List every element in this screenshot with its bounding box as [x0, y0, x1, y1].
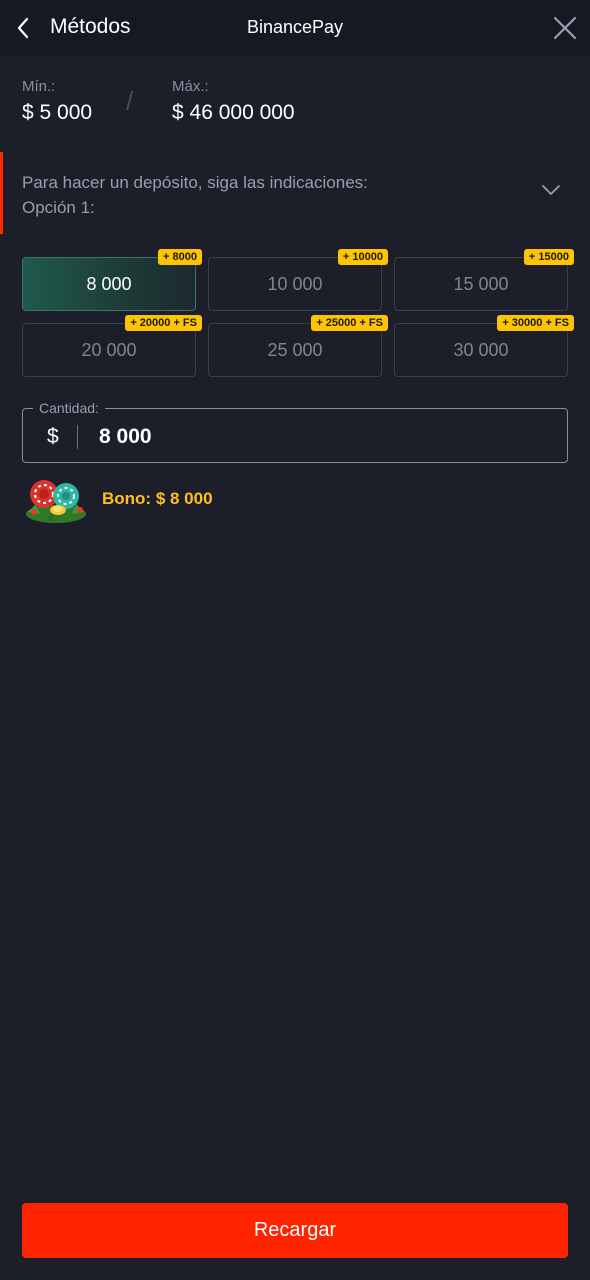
max-label: Máx.:: [172, 78, 209, 95]
max-limit: Máx.: $ 46 000 000: [172, 78, 295, 125]
amount-value: 10 000: [267, 273, 323, 294]
instructions-line: Para hacer un depósito, siga las indicac…: [22, 173, 368, 192]
amount-field-label: Cantidad:: [33, 400, 105, 416]
bonus-badge: + 20000 + FS: [125, 315, 202, 331]
amount-option[interactable]: 8 000 + 8000: [22, 249, 202, 311]
recharge-button[interactable]: Recargar: [22, 1203, 568, 1258]
chevron-left-icon: [17, 17, 29, 39]
deposit-instructions[interactable]: Para hacer un depósito, siga las indicac…: [0, 152, 590, 234]
amount-input[interactable]: [99, 421, 539, 453]
amount-option[interactable]: 20 000 + 20000 + FS: [22, 315, 202, 377]
casino-chips-icon: [26, 480, 86, 523]
bonus-badge: + 25000 + FS: [311, 315, 388, 331]
back-button[interactable]: [10, 12, 40, 44]
currency-symbol: $: [47, 425, 59, 448]
bonus-badge: + 8000: [158, 249, 202, 265]
min-limit: Mín.: $ 5 000: [22, 78, 92, 125]
accent-bar: [0, 152, 3, 234]
deposit-limits: Mín.: $ 5 000 / Máx.: $ 46 000 000: [22, 78, 568, 130]
amount-value: 25 000: [267, 339, 323, 360]
bonus-badge: + 30000 + FS: [497, 315, 574, 331]
bonus-badge: + 10000: [337, 249, 388, 265]
amount-value: 15 000: [453, 273, 509, 294]
amount-option[interactable]: 15 000 + 15000: [394, 249, 574, 311]
limit-separator: /: [126, 86, 134, 116]
amount-field[interactable]: Cantidad: $: [22, 400, 568, 463]
methods-back-label[interactable]: Métodos: [50, 15, 131, 39]
instructions-text: Para hacer un depósito, siga las indicac…: [22, 170, 368, 220]
bonus-info: Bono: $ 8 000: [22, 474, 422, 526]
amount-value: 30 000: [453, 339, 509, 360]
close-icon: [553, 16, 577, 40]
close-button[interactable]: [550, 12, 580, 44]
bonus-badge: + 15000: [523, 249, 574, 265]
amount-value: 8 000: [86, 273, 132, 294]
min-value: $ 5 000: [22, 101, 93, 124]
amount-option[interactable]: 30 000 + 30000 + FS: [394, 315, 574, 377]
chevron-down-icon: [542, 185, 560, 195]
header-bar: Métodos BinancePay: [0, 0, 590, 56]
min-label: Mín.:: [22, 78, 56, 95]
field-divider: [77, 425, 78, 449]
option-label: Opción 1:: [22, 198, 95, 217]
bonus-amount: Bono: $ 8 000: [102, 489, 213, 508]
expand-button[interactable]: [540, 182, 562, 198]
amount-option[interactable]: 10 000 + 10000: [208, 249, 388, 311]
max-value: $ 46 000 000: [172, 101, 295, 124]
amount-option[interactable]: 25 000 + 25000 + FS: [208, 315, 388, 377]
amount-value: 20 000: [81, 339, 137, 360]
